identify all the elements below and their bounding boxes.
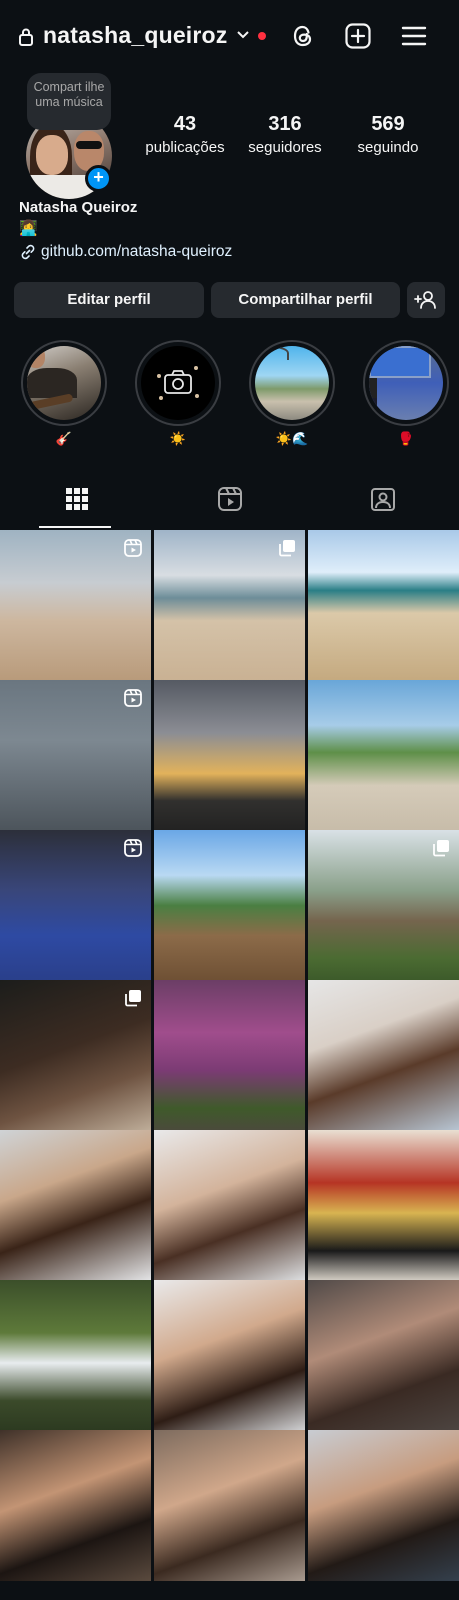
carousel-icon	[432, 839, 450, 857]
reel-icon	[124, 689, 142, 707]
stat-following-label: seguindo	[357, 139, 419, 156]
post-thumbnail[interactable]	[308, 1280, 459, 1431]
post-thumbnail[interactable]	[154, 1130, 305, 1281]
avatar-sunglasses	[76, 141, 102, 149]
post-thumbnail[interactable]	[154, 680, 305, 831]
profile-link[interactable]: github.com/natasha-queiroz	[19, 243, 232, 261]
post-thumbnail[interactable]	[308, 680, 459, 831]
add-person-icon	[414, 291, 436, 309]
tagged-icon	[370, 488, 395, 511]
posts-grid	[0, 530, 459, 1600]
post-thumbnail[interactable]	[154, 530, 305, 681]
add-story-plus-icon[interactable]: +	[85, 165, 112, 192]
post-thumbnail[interactable]	[0, 1280, 151, 1431]
post-thumbnail[interactable]	[0, 1130, 151, 1281]
stat-posts[interactable]: 43 publicações	[140, 113, 230, 156]
carousel-icon	[124, 989, 142, 1007]
post-thumbnail[interactable]	[308, 980, 459, 1131]
note-bubble[interactable]: Compart ilhe uma música	[27, 73, 111, 130]
post-thumbnail[interactable]	[308, 830, 459, 981]
stat-posts-label: publicações	[145, 139, 225, 156]
highlight-label: 🥊	[397, 431, 415, 446]
highlight-4[interactable]: 🥊	[363, 340, 449, 447]
link-icon	[21, 244, 35, 260]
highlight-cover	[255, 346, 329, 420]
post-thumbnail[interactable]	[0, 530, 151, 681]
post-thumbnail[interactable]	[154, 1280, 305, 1431]
post-thumbnail[interactable]	[308, 1430, 459, 1581]
top-bar: natasha_queiroz	[0, 0, 459, 74]
highlight-ring	[135, 340, 221, 426]
reel-icon	[124, 839, 142, 857]
discover-people-button[interactable]	[407, 282, 445, 318]
post-thumbnail[interactable]	[0, 680, 151, 831]
highlight-label: 🎸	[55, 431, 73, 446]
edit-profile-button[interactable]: Editar perfil	[14, 282, 204, 318]
stat-following[interactable]: 569 seguindo	[347, 113, 429, 156]
highlight-2[interactable]: ☀️	[135, 340, 221, 447]
highlight-ring	[249, 340, 335, 426]
profile-link-text[interactable]: github.com/natasha-queiroz	[41, 243, 232, 261]
stat-followers[interactable]: 316 seguidores	[241, 113, 329, 156]
post-thumbnail[interactable]	[154, 1430, 305, 1581]
chevron-down-icon[interactable]	[236, 30, 250, 40]
post-thumbnail[interactable]	[154, 830, 305, 981]
stat-following-count: 569	[371, 113, 405, 135]
stat-posts-count: 43	[173, 113, 197, 135]
profile-tabs	[0, 476, 459, 528]
profile-full-name: Natasha Queiroz	[19, 199, 138, 216]
profile-username[interactable]: natasha_queiroz	[43, 22, 228, 49]
post-thumbnail[interactable]	[0, 980, 151, 1131]
bio-emoji: 👩‍💻	[19, 220, 38, 237]
tab-posts-grid[interactable]	[0, 476, 153, 528]
highlight-label: ☀️🌊	[275, 431, 309, 446]
share-profile-button[interactable]: Compartilhar perfil	[211, 282, 400, 318]
highlight-cover	[369, 346, 443, 420]
highlight-3[interactable]: ☀️🌊	[249, 340, 335, 447]
stat-followers-label: seguidores	[248, 139, 322, 156]
highlight-1[interactable]: 🎸	[21, 340, 107, 447]
post-thumbnail[interactable]	[0, 830, 151, 981]
post-thumbnail[interactable]	[308, 1130, 459, 1281]
reel-icon	[124, 539, 142, 557]
avatar-face-left	[36, 135, 68, 175]
lock-icon	[19, 28, 33, 46]
reels-icon	[217, 487, 242, 511]
active-tab-indicator	[39, 526, 111, 528]
threads-icon[interactable]	[289, 22, 317, 50]
notification-dot	[258, 32, 266, 40]
highlight-cover	[141, 346, 215, 420]
menu-icon[interactable]	[400, 22, 428, 50]
create-icon[interactable]	[344, 22, 372, 50]
tab-reels[interactable]	[153, 476, 306, 528]
post-thumbnail[interactable]	[0, 1430, 151, 1581]
grid-icon	[65, 488, 88, 510]
highlight-ring	[363, 340, 449, 426]
tab-tagged[interactable]	[306, 476, 459, 528]
highlight-label: ☀️	[169, 431, 187, 446]
carousel-icon	[278, 539, 296, 557]
post-thumbnail[interactable]	[308, 530, 459, 681]
stat-followers-count: 316	[268, 113, 302, 135]
highlight-ring	[21, 340, 107, 426]
camera-icon	[157, 366, 199, 400]
post-thumbnail[interactable]	[154, 980, 305, 1131]
highlight-cover	[27, 346, 101, 420]
